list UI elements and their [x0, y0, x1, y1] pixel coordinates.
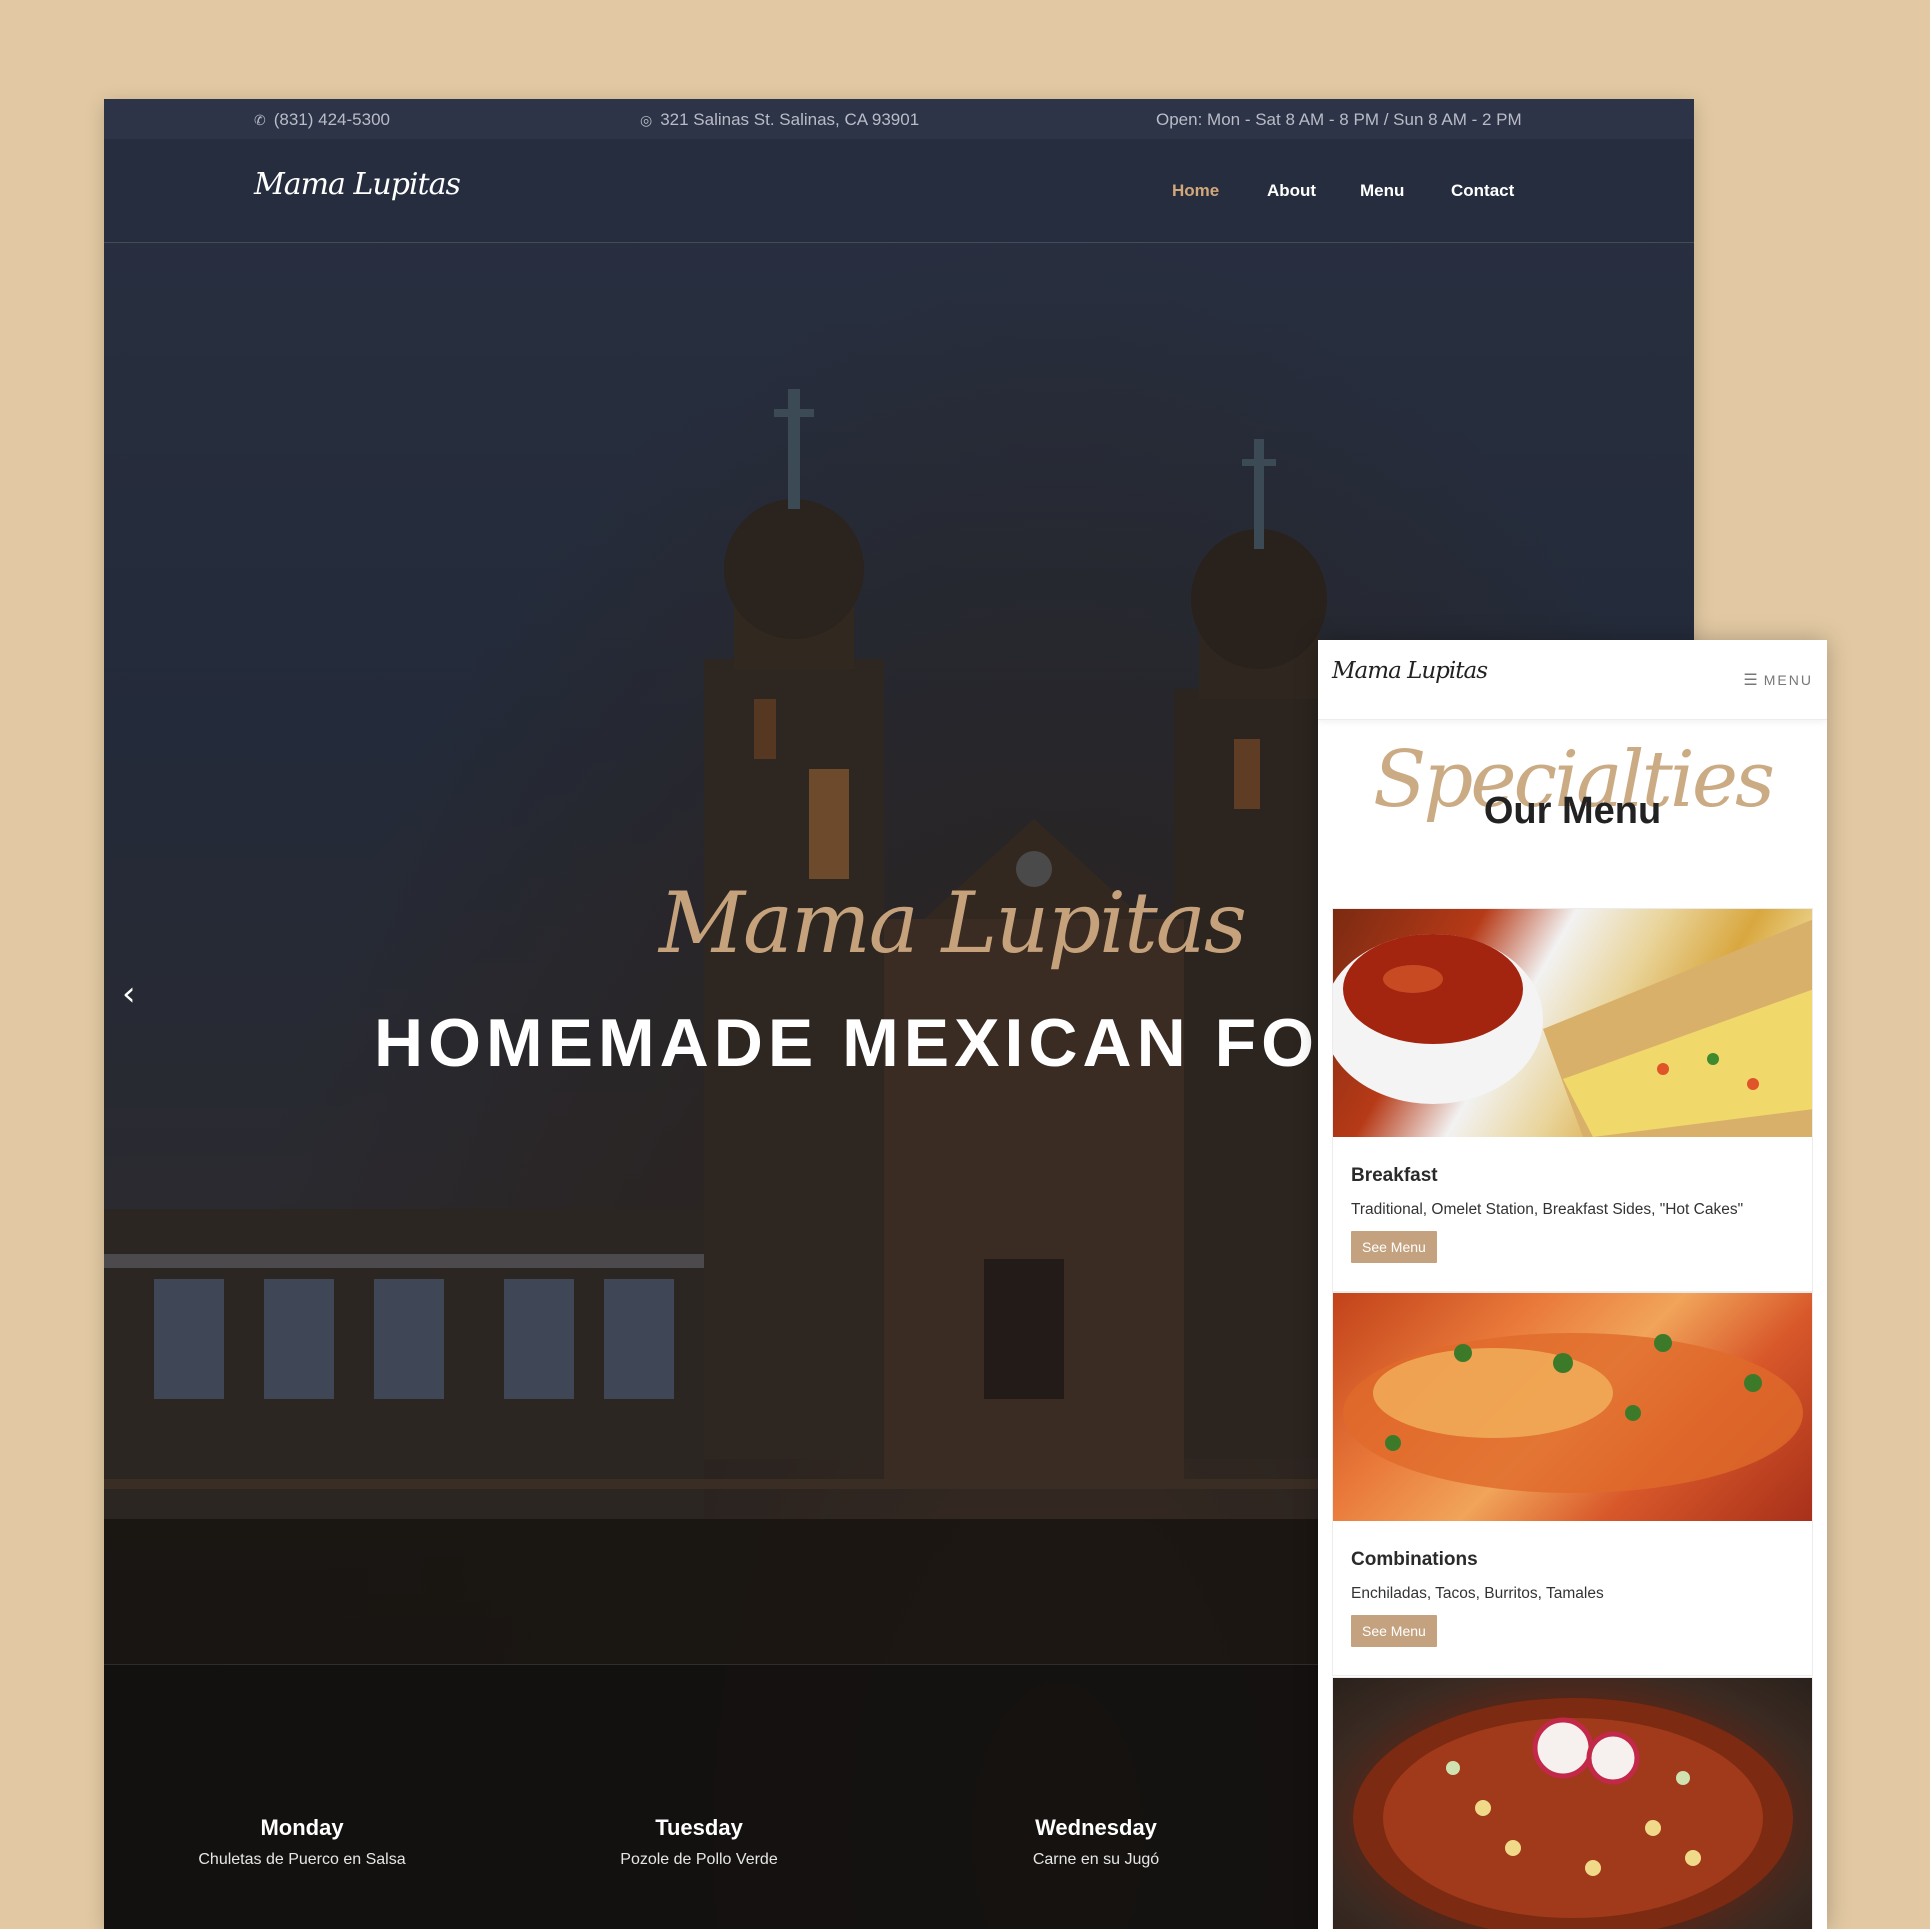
menu-card-combinations: Combinations Enchiladas, Tacos, Burritos… [1332, 1292, 1813, 1676]
hours-info: Open: Mon - Sat 8 AM - 8 PM / Sun 8 AM -… [1156, 110, 1522, 130]
chevron-left-icon[interactable]: ‹ [122, 974, 136, 1014]
main-navbar: Mama Lupitas Home About Menu Contact [104, 139, 1694, 243]
phone-info[interactable]: ✆ (831) 424-5300 [254, 110, 390, 130]
menu-card-pozole [1332, 1677, 1813, 1929]
special-dish: Carne en su Jugó [1032, 1851, 1160, 1868]
nav-home[interactable]: Home [1172, 181, 1219, 201]
site-logo[interactable]: Mama Lupitas [254, 167, 461, 202]
our-menu-heading: Our Menu [1483, 790, 1662, 832]
special-dish: Pozole de Pollo Verde [620, 1851, 778, 1868]
card-description: Enchiladas, Tacos, Burritos, Tamales [1351, 1585, 1604, 1602]
breakfast-photo [1333, 909, 1812, 1137]
hamburger-menu-icon: ☰ [1743, 672, 1760, 689]
nav-contact[interactable]: Contact [1451, 181, 1514, 201]
special-tuesday: Tuesday Pozole de Pollo Verde [539, 1815, 859, 1869]
nav-about[interactable]: About [1267, 181, 1316, 201]
mobile-logo[interactable]: Mama Lupitas [1332, 658, 1488, 684]
special-monday: Monday Chuletas de Puerco en Salsa [142, 1815, 462, 1869]
hours-text: Open: Mon - Sat 8 AM - 8 PM / Sun 8 AM -… [1156, 110, 1522, 129]
hero-title: HOMEMADE MEXICAN FOOD [374, 1005, 1431, 1081]
card-title: Breakfast [1351, 1165, 1438, 1186]
top-info-bar: ✆ (831) 424-5300 ◎ 321 Salinas St. Salinas… [104, 99, 1694, 139]
mobile-header: Mama Lupitas ☰ MENU [1318, 640, 1827, 720]
location-pin-icon: ◎ [640, 112, 653, 128]
phone-icon: ✆ [254, 112, 266, 128]
see-menu-button[interactable]: See Menu [1351, 1231, 1437, 1263]
address-text: 321 Salinas St. Salinas, CA 93901 [660, 110, 920, 129]
special-day: Tuesday [655, 1815, 743, 1840]
phone-text: (831) 424-5300 [273, 110, 390, 129]
pozole-photo [1333, 1678, 1812, 1929]
mobile-preview: Mama Lupitas ☰ MENU Specialties Our Menu … [1318, 640, 1827, 1929]
menu-card-breakfast: Breakfast Traditional, Omelet Station, B… [1332, 908, 1813, 1292]
card-title: Combinations [1351, 1549, 1478, 1570]
special-wednesday: Wednesday Carne en su Jugó [936, 1815, 1256, 1869]
special-day: Wednesday [1035, 1815, 1157, 1840]
menu-button-label: MENU [1763, 672, 1813, 688]
address-info[interactable]: ◎ 321 Salinas St. Salinas, CA 93901 [640, 110, 919, 130]
combinations-photo [1333, 1293, 1812, 1521]
hero-script-title: Mama Lupitas [659, 874, 1247, 972]
special-dish: Chuletas de Puerco en Salsa [198, 1851, 406, 1868]
nav-menu[interactable]: Menu [1360, 181, 1404, 201]
card-description: Traditional, Omelet Station, Breakfast S… [1351, 1201, 1744, 1218]
see-menu-button[interactable]: See Menu [1351, 1615, 1437, 1647]
mobile-menu-button[interactable]: ☰ MENU [1743, 670, 1813, 690]
special-day: Monday [260, 1815, 344, 1840]
